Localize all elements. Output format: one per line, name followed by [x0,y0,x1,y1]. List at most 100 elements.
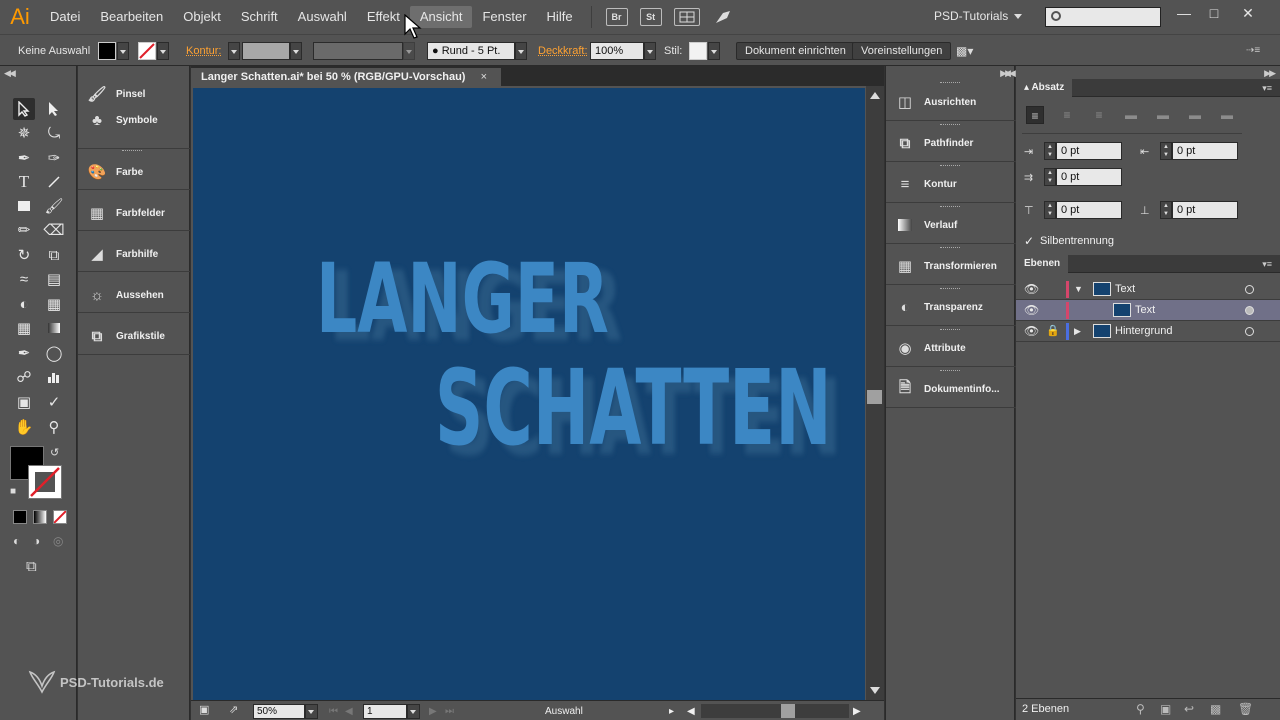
dock-item-symbole[interactable]: ♣ Symbole [78,106,190,134]
dock-item-farbe[interactable]: 🎨 Farbe [78,152,190,192]
gpu-performance-icon[interactable] [712,8,734,26]
menu-datei[interactable]: Datei [40,6,90,28]
dock-item-farbhilfe[interactable]: ◢ Farbhilfe [78,234,190,274]
close-icon[interactable]: ✕ [1236,4,1260,22]
style-chevron-down-icon[interactable] [708,42,720,60]
line-tool-icon[interactable] [43,171,65,193]
stroke-weight-stepper[interactable] [228,42,240,60]
dock-item-kontur[interactable]: ≡ Kontur [886,164,1016,204]
workspace-chevron-down-icon[interactable] [1014,14,1022,19]
space-before-stepper[interactable]: ▲ ▼ [1044,201,1056,219]
preferences-button[interactable]: Voreinstellungen [852,42,952,60]
collapse-arrows-icon[interactable]: ◀◀ [1004,68,1016,79]
gradient-tool-icon[interactable] [43,317,65,339]
pencil-tool-icon[interactable]: ✏ [13,219,35,241]
menu-auswahl[interactable]: Auswahl [288,6,357,28]
gpu-icon[interactable]: ▣ [199,703,209,716]
dock-item-farbfelder[interactable]: ▦ Farbfelder [78,193,190,233]
status-text[interactable]: Auswahl [545,704,583,719]
shape-builder-tool-icon[interactable]: ◐ [13,293,35,315]
direct-selection-tool-icon[interactable] [43,98,65,120]
scroll-left-icon[interactable]: ◀ [687,704,695,719]
left-indent-field[interactable]: 0 pt [1056,142,1122,160]
close-tab-icon[interactable]: × [481,68,487,86]
minimize-icon[interactable]: — [1172,4,1196,22]
eraser-tool-icon[interactable]: ⌫ [43,219,65,241]
slice-tool-icon[interactable]: ✓ [43,391,65,413]
selection-tool-icon[interactable] [13,98,35,120]
brush-definition[interactable]: ● Rund - 5 Pt. [427,42,515,60]
stroke-weight-field[interactable] [242,42,290,60]
first-line-indent-field[interactable]: 0 pt [1056,168,1122,186]
layer-name[interactable]: Text [1115,279,1135,300]
layer-name[interactable]: Hintergrund [1115,321,1172,342]
brush-chevron-down-icon[interactable] [515,42,527,60]
arrange-documents-icon[interactable] [673,8,700,26]
collapse-arrows-icon[interactable]: ◀◀ [4,68,16,79]
locate-object-icon[interactable]: ⚲ [1136,702,1145,716]
scroll-thumb[interactable] [867,390,882,404]
paintbrush-tool-icon[interactable]: 🖌 [43,195,65,217]
tab-ebenen[interactable]: Ebenen [1016,255,1069,273]
free-transform-tool-icon[interactable]: ▤ [43,268,65,290]
dock-item-ausrichten[interactable]: ◫ Ausrichten [886,82,1016,122]
expand-triangle-icon[interactable]: ▶ [1074,321,1081,342]
panel-menu-icon[interactable]: ▾≡ [1262,259,1272,270]
justify-last-center-icon[interactable]: ▬ [1154,106,1172,124]
hyphenation-checkbox[interactable]: ✓ Silbentrennung [1024,234,1114,248]
next-artboard-icon[interactable]: ▶ [429,704,437,719]
rotate-tool-icon[interactable]: ↻ [13,244,35,266]
menu-hilfe[interactable]: Hilfe [537,6,583,28]
menu-effekt[interactable]: Effekt [357,6,410,28]
stroke-weight-chevron-down-icon[interactable] [290,42,302,60]
menu-schrift[interactable]: Schrift [231,6,288,28]
space-after-field[interactable]: 0 pt [1172,201,1238,219]
workspace-switcher[interactable]: PSD-Tutorials [934,9,1008,23]
opacity-field[interactable]: 100% [590,42,644,60]
gradient-mode-icon[interactable] [33,510,47,524]
first-artboard-icon[interactable]: ⏮ [329,704,338,719]
first-line-indent-stepper[interactable]: ▲ ▼ [1044,168,1056,186]
dock-item-attribute[interactable]: ◉ Attribute [886,328,1016,368]
pen-tool-icon[interactable]: ✒ [13,147,35,169]
dock-item-transformieren[interactable]: ▦ Transformieren [886,246,1016,286]
layer-name[interactable]: Text [1135,300,1155,321]
stroke-swatch[interactable] [138,42,156,60]
mesh-tool-icon[interactable]: ▦ [13,317,35,339]
previous-artboard-icon[interactable]: ◀ [345,704,353,719]
collapse-arrows-icon[interactable]: ▶▶ [1264,68,1276,79]
new-sublayer-icon[interactable]: ↩ [1184,702,1194,716]
horizontal-scrollbar[interactable] [701,704,849,718]
maximize-icon[interactable]: □ [1202,4,1226,22]
magic-wand-icon[interactable]: ✵ [13,122,35,144]
last-artboard-icon[interactable]: ⏭ [445,704,454,719]
visibility-eye-icon[interactable]: 👁 [1024,279,1040,300]
align-left-icon[interactable]: ≡ [1026,106,1044,124]
artboard-number-field[interactable]: 1 [363,704,407,719]
eyedropper-tool-icon[interactable]: ✒ [13,342,35,364]
target-circle-icon[interactable] [1245,327,1254,336]
dock-item-grafikstile[interactable]: ⧉ Grafikstile [78,316,190,356]
swap-colors-icon[interactable]: ↺ [50,446,59,459]
vertical-scrollbar[interactable] [866,86,884,700]
right-indent-field[interactable]: 0 pt [1172,142,1238,160]
dock-item-transparenz[interactable]: ◐ Transparenz [886,287,1016,327]
panel-menu-icon[interactable]: ▾≡ [1262,83,1272,94]
dock-item-dokumentinfo[interactable]: 🗎 Dokumentinfo... [886,369,1016,409]
graphic-style-swatch[interactable] [689,42,707,60]
dock-item-verlauf[interactable]: Verlauf [886,205,1016,245]
dock-item-aussehen[interactable]: ☼ Aussehen [78,275,190,315]
lock-icon[interactable]: 🔒 [1046,321,1060,342]
scale-tool-icon[interactable]: ⧉ [43,244,65,266]
symbol-sprayer-tool-icon[interactable]: ☍ [13,366,35,388]
bridge-button[interactable]: Br [605,8,628,26]
draw-normal-icon[interactable]: ◐ [13,534,20,548]
rectangle-tool-icon[interactable] [13,195,35,217]
left-indent-stepper[interactable]: ▲ ▼ [1044,142,1056,160]
visibility-eye-icon[interactable]: 👁 [1024,300,1040,321]
canvas-area[interactable]: LANGER SCHATTEN LANGER SCHATTEN [191,86,866,700]
column-graph-tool-icon[interactable] [43,366,65,388]
variable-width-profile[interactable] [313,42,403,60]
right-indent-stepper[interactable]: ▲ ▼ [1160,142,1172,160]
scroll-down-icon[interactable] [870,687,880,694]
